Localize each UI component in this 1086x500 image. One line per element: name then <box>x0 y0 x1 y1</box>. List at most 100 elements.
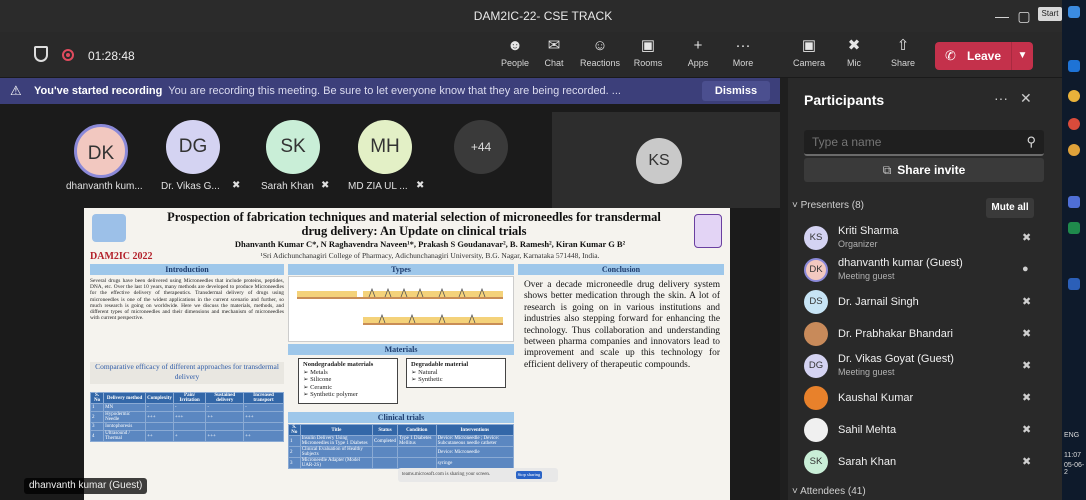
reactions-button[interactable]: ☺ Reactions <box>577 36 623 74</box>
presenters-label: Presenters (8) <box>800 200 864 211</box>
participant-row[interactable]: DG Dr. Vikas Goyat (Guest) Meeting guest… <box>804 350 1054 380</box>
rooms-button[interactable]: ▣ Rooms <box>625 36 671 74</box>
avatar: DG <box>804 354 828 378</box>
mute-all-button[interactable]: Mute all <box>986 198 1034 218</box>
teams-icon[interactable] <box>1068 196 1080 208</box>
presenters-section[interactable]: ˅ Presenters (8) <box>792 200 864 211</box>
chat-button[interactable]: ✉ Chat <box>531 36 577 74</box>
table-header: Status <box>372 424 398 436</box>
table-header: Complexity <box>145 392 174 404</box>
chat-label: Chat <box>544 58 564 68</box>
more-icon: ··· <box>735 37 751 54</box>
profile-photo-avatar <box>804 386 828 410</box>
degradable-materials-box: Degradable material ➢ Natural ➢ Syntheti… <box>406 358 506 388</box>
attendee-name: Sarah Khan <box>261 181 314 192</box>
table-cell: Device: Microneedle <box>435 446 515 458</box>
table-cell <box>172 422 207 431</box>
taskbar-app-icon[interactable] <box>1068 60 1080 72</box>
table-header: S. No <box>288 424 301 436</box>
close-icon[interactable]: ✕ <box>1020 90 1032 107</box>
reactions-label: Reactions <box>579 58 621 68</box>
participant-row[interactable]: Kaushal Kumar ✖ <box>804 382 1054 412</box>
featured-tile[interactable]: KS <box>552 112 780 208</box>
clinical-heading: Clinical trials <box>288 412 514 423</box>
nondegradable-title: Nondegradable materials <box>303 361 374 368</box>
participant-row[interactable]: SK Sarah Khan ✖ <box>804 446 1054 476</box>
camera-button[interactable]: ▣ Camera <box>786 36 832 74</box>
material-item: ➢ Silicone <box>303 376 332 384</box>
stop-sharing-button[interactable]: Stop sharing <box>516 471 542 479</box>
participant-row[interactable]: KS Kriti Sharma Organizer ✖ <box>804 222 1054 252</box>
avatar: DS <box>804 290 828 314</box>
maximize-button[interactable]: ▢ <box>1012 4 1036 28</box>
chevron-down-icon[interactable]: ▼ <box>1011 42 1033 70</box>
table-cell: +++ <box>145 411 174 423</box>
shared-screen-poster: Prospection of fabrication techniques an… <box>84 208 730 500</box>
college-logo <box>92 214 126 242</box>
taskbar-app-icon[interactable] <box>1068 118 1080 130</box>
participant-row[interactable]: DK dhanvanth kumar (Guest) Meeting guest… <box>804 254 1054 284</box>
attendee-name: Dr. Vikas G... <box>161 181 220 192</box>
types-diagram-svg <box>297 287 503 325</box>
avatar[interactable]: SK <box>266 120 320 174</box>
avatar: KS <box>636 138 682 184</box>
search-input[interactable] <box>804 130 1004 154</box>
start-chip[interactable]: Start <box>1038 7 1062 21</box>
warning-icon: ⚠ <box>10 83 22 98</box>
table-row: 3 Iontophoresis <box>89 422 284 431</box>
taskbar-app-icon[interactable] <box>1068 6 1080 18</box>
participant-row[interactable]: Dr. Prabhakar Bhandari ✖ <box>804 318 1054 348</box>
mic-off-icon: ✖ <box>847 37 861 54</box>
clock-date[interactable]: 05-06-2 <box>1064 462 1086 476</box>
table-header: Sustained delivery <box>205 392 245 404</box>
table-cell <box>372 446 398 458</box>
mic-label: Mic <box>847 58 861 68</box>
avatar: DK <box>804 258 828 282</box>
recording-icon <box>62 49 74 61</box>
participant-name: Dr. Jarnail Singh <box>838 296 919 308</box>
overflow-count[interactable]: +44 <box>454 120 508 174</box>
search-box[interactable]: ⚲ <box>804 130 1044 156</box>
minimize-button[interactable]: — <box>990 4 1014 28</box>
participant-row[interactable]: Sahil Mehta ✖ <box>804 414 1054 444</box>
attendees-section[interactable]: ˅ Attendees (41) <box>792 486 866 497</box>
material-item: ➢ Natural <box>411 368 438 376</box>
more-options-icon[interactable]: ··· <box>994 90 1008 106</box>
table-cell: ++ <box>145 430 174 442</box>
chrome-icon[interactable] <box>1068 90 1080 102</box>
apps-button[interactable]: + Apps <box>675 36 721 74</box>
table-cell: Insulin Delivery Using Microneedles in T… <box>299 435 374 447</box>
chat-icon: ✉ <box>547 37 561 54</box>
participant-row[interactable]: DS Dr. Jarnail Singh ✖ <box>804 286 1054 316</box>
avatar[interactable]: DK <box>74 124 128 178</box>
mic-off-icon: ✖ <box>321 180 330 191</box>
share-button[interactable]: ⇧ Share <box>880 36 926 74</box>
table-row: 2 Hypodermic Needle +++ +++ ++ +++ <box>89 411 284 423</box>
avatar[interactable]: DG <box>166 120 220 174</box>
banner-message: You've started recording You are recordi… <box>34 85 621 97</box>
input-language[interactable]: ENG <box>1064 432 1079 439</box>
leave-button[interactable]: ✆ Leave ▼ <box>935 42 1033 70</box>
search-icon[interactable]: ⚲ <box>1026 134 1036 150</box>
mic-button[interactable]: ✖ Mic <box>831 36 877 74</box>
taskbar-app-icon[interactable] <box>1068 144 1080 156</box>
meeting-timer: 01:28:48 <box>88 49 135 63</box>
intro-text: Several drugs have been delivered using … <box>90 278 284 322</box>
poster-authors: Dhanvanth Kumar C*, N Raghavendra Naveen… <box>234 239 626 249</box>
table-cell: Device: Microneedle ; Device: Subcutaneo… <box>435 435 515 447</box>
word-icon[interactable] <box>1068 278 1080 290</box>
rooms-icon: ▣ <box>640 37 656 54</box>
excel-icon[interactable] <box>1068 222 1080 234</box>
camera-label: Camera <box>792 58 825 68</box>
table-header: Title <box>299 424 374 436</box>
more-button[interactable]: ··· More <box>720 36 766 74</box>
table-cell: Completed <box>372 435 398 447</box>
clock-time[interactable]: 11:07 <box>1064 452 1081 459</box>
material-item: ➢ Synthetic <box>411 376 443 384</box>
avatar[interactable]: MH <box>358 120 412 174</box>
shield-icon[interactable] <box>34 46 48 62</box>
share-invite-button[interactable]: ⧉ Share invite <box>804 158 1044 182</box>
participant-name: Dr. Prabhakar Bhandari <box>838 328 953 340</box>
participant-name: Kaushal Kumar <box>838 392 914 404</box>
dismiss-button[interactable]: Dismiss <box>702 81 770 101</box>
